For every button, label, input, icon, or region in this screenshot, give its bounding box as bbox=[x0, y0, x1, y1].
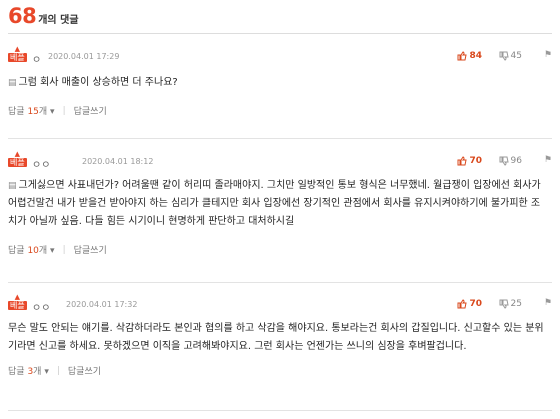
thumbs-up-icon: ▲ bbox=[14, 150, 21, 158]
report-icon[interactable]: ⚑ bbox=[544, 298, 552, 308]
comment-text: 그럼 회사 매출이 상승하면 더 주나요? bbox=[18, 77, 178, 88]
best-badge: ▲ 베플 bbox=[8, 151, 27, 167]
comment-date: 2020.04.01 17:32 bbox=[66, 300, 138, 309]
comment-meta: ▲ 베플 ㅇ 2020.04.01 17:29 84 45 ⚑ bbox=[8, 46, 552, 66]
comment-actions: 답글 3개 ▾ | 답글쓰기 bbox=[8, 364, 552, 378]
comment-item: ▲ 베플 ㅇ 2020.04.01 17:29 84 45 ⚑ ▤ 그럼 회사 매… bbox=[8, 46, 552, 118]
thumbs-up-icon: ▲ bbox=[14, 45, 21, 53]
reply-prefix: 답글 bbox=[8, 246, 25, 256]
comment-nickname[interactable]: ㅇㅇ bbox=[32, 156, 50, 171]
separator: | bbox=[62, 105, 66, 116]
comment-actions: 답글 10개 ▾ | 답글쓰기 bbox=[8, 243, 552, 257]
comment-date: 2020.04.01 17:29 bbox=[48, 52, 120, 61]
comment-body: ▤ 그게싫으면 사표내던가? 어려울땐 같이 허리띠 졸라매야지. 그치만 일방적… bbox=[8, 177, 552, 231]
reply-count: 15 bbox=[27, 107, 39, 117]
comment-body: ▤ 그럼 회사 매출이 상승하면 더 주나요? bbox=[8, 74, 552, 92]
comment-count-label: 개의 댓글 bbox=[38, 15, 79, 26]
reply-prefix: 답글 bbox=[8, 107, 25, 117]
comment-date: 2020.04.01 18:12 bbox=[82, 157, 154, 166]
dislike-count: 25 bbox=[510, 299, 522, 309]
like-button[interactable]: 84 bbox=[457, 51, 482, 61]
best-badge-label: 베플 bbox=[8, 53, 27, 62]
mobile-icon: ▤ bbox=[8, 181, 17, 191]
chevron-down-icon: ▾ bbox=[50, 107, 55, 117]
comment-nickname[interactable]: ㅇㅇ bbox=[32, 299, 50, 314]
thumbs-up-icon bbox=[457, 51, 468, 61]
comment-text: 무슨 말도 안되는 얘기를. 삭감하더라도 본인과 협의를 하고 삭감을 해야지… bbox=[8, 323, 544, 352]
reply-suffix: 개 bbox=[33, 367, 42, 377]
mobile-icon: ▤ bbox=[8, 78, 17, 88]
separator: | bbox=[56, 365, 60, 376]
dislike-button[interactable]: 96 bbox=[499, 156, 522, 166]
comment-item: ▲ 베플 ㅇㅇ 2020.04.01 17:32 70 25 ⚑ 무슨 말도 안… bbox=[8, 294, 552, 378]
chevron-down-icon: ▾ bbox=[44, 367, 49, 377]
dislike-button[interactable]: 45 bbox=[499, 51, 522, 61]
comment-divider bbox=[8, 282, 552, 283]
thumbs-down-icon bbox=[499, 51, 509, 61]
comment-item: ▲ 베플 ㅇㅇ 2020.04.01 18:12 70 96 ⚑ ▤ 그게싫으면 … bbox=[8, 151, 552, 257]
dislike-button[interactable]: 25 bbox=[499, 299, 522, 309]
comment-actions: 답글 15개 ▾ | 답글쓰기 bbox=[8, 104, 552, 118]
chevron-down-icon: ▾ bbox=[50, 246, 55, 256]
best-badge: ▲ 베플 bbox=[8, 46, 27, 62]
comment-divider bbox=[8, 410, 552, 411]
like-button[interactable]: 70 bbox=[457, 156, 482, 166]
thumbs-down-icon bbox=[499, 156, 509, 166]
reply-prefix: 답글 bbox=[8, 367, 25, 377]
comment-count: 68 bbox=[8, 4, 37, 28]
like-count: 70 bbox=[469, 299, 482, 309]
comment-body: 무슨 말도 안되는 얘기를. 삭감하더라도 본인과 협의를 하고 삭감을 해야지… bbox=[8, 320, 552, 356]
thumbs-down-icon bbox=[499, 299, 509, 309]
write-reply-link[interactable]: 답글쓰기 bbox=[74, 243, 107, 256]
best-badge: ▲ 베플 bbox=[8, 294, 27, 310]
best-badge-label: 베플 bbox=[8, 158, 27, 167]
reply-suffix: 개 bbox=[38, 246, 48, 256]
reply-count: 10 bbox=[27, 246, 39, 256]
header-divider bbox=[8, 33, 552, 34]
thumbs-up-icon bbox=[457, 156, 468, 166]
comment-meta: ▲ 베플 ㅇㅇ 2020.04.01 18:12 70 96 ⚑ bbox=[8, 151, 552, 171]
best-badge-label: 베플 bbox=[8, 301, 27, 310]
separator: | bbox=[62, 244, 66, 255]
reply-toggle[interactable]: 답글 10개 ▾ bbox=[8, 243, 55, 256]
write-reply-link[interactable]: 답글쓰기 bbox=[68, 364, 101, 377]
comments-header: 68 개의 댓글 bbox=[8, 4, 79, 28]
like-count: 70 bbox=[469, 156, 482, 166]
thumbs-up-icon: ▲ bbox=[14, 293, 21, 301]
comment-divider bbox=[8, 138, 552, 139]
report-icon[interactable]: ⚑ bbox=[544, 50, 552, 60]
thumbs-up-icon bbox=[457, 299, 468, 309]
comment-nickname[interactable]: ㅇ bbox=[32, 51, 41, 66]
comment-text: 그게싫으면 사표내던가? 어려울땐 같이 허리띠 졸라매야지. 그치만 일방적인… bbox=[8, 180, 541, 227]
write-reply-link[interactable]: 답글쓰기 bbox=[74, 104, 107, 117]
like-button[interactable]: 70 bbox=[457, 299, 482, 309]
comment-meta: ▲ 베플 ㅇㅇ 2020.04.01 17:32 70 25 ⚑ bbox=[8, 294, 552, 314]
reply-toggle[interactable]: 답글 3개 ▾ bbox=[8, 364, 49, 377]
dislike-count: 45 bbox=[510, 51, 522, 61]
like-count: 84 bbox=[469, 51, 482, 61]
reply-suffix: 개 bbox=[38, 107, 48, 117]
report-icon[interactable]: ⚑ bbox=[544, 155, 552, 165]
dislike-count: 96 bbox=[510, 156, 522, 166]
reply-toggle[interactable]: 답글 15개 ▾ bbox=[8, 104, 55, 117]
